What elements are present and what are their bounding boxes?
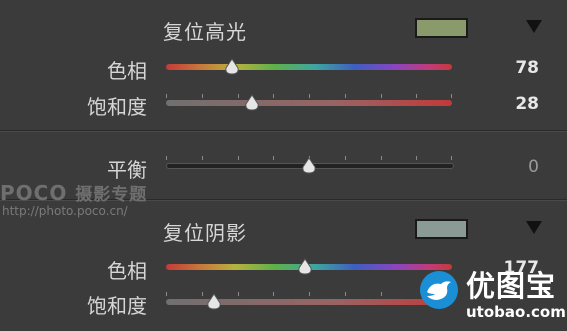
highlights-saturation-value[interactable]: 28	[515, 94, 539, 114]
highlights-saturation-slider-thumb[interactable]	[243, 94, 261, 112]
shadows-dropdown-arrow-icon[interactable]	[526, 221, 542, 234]
highlights-saturation-label: 饱和度	[87, 95, 147, 119]
poco-brand: POCO	[0, 181, 68, 205]
poco-watermark-text: 摄影专题	[75, 185, 148, 205]
shadows-color-swatch[interactable]	[415, 219, 468, 239]
balance-slider-thumb[interactable]	[300, 157, 318, 175]
highlights-hue-slider-track[interactable]	[166, 64, 452, 70]
balance-label: 平衡	[107, 158, 147, 182]
poco-watermark-url: http://photo.poco.cn/	[2, 204, 128, 218]
highlights-color-swatch[interactable]	[415, 18, 468, 38]
shadows-saturation-label: 饱和度	[87, 294, 147, 318]
highlights-hue-label: 色相	[107, 59, 147, 83]
shadows-hue-slider-thumb[interactable]	[296, 258, 314, 276]
highlights-hue-slider-thumb[interactable]	[223, 58, 241, 76]
highlights-saturation-slider-track[interactable]	[166, 100, 452, 106]
utobao-bird-logo-icon	[420, 271, 458, 309]
utobao-domain: utobao.com	[466, 303, 566, 321]
highlights-reset-title[interactable]: 复位高光	[163, 16, 247, 45]
highlights-dropdown-arrow-icon[interactable]	[526, 20, 542, 33]
utobao-brand: 优图宝	[466, 269, 557, 303]
section-divider-highlight	[0, 131, 567, 132]
shadows-reset-title[interactable]: 复位阴影	[163, 217, 247, 246]
highlights-hue-value[interactable]: 78	[515, 58, 539, 78]
shadows-saturation-slider-thumb[interactable]	[205, 293, 223, 311]
split-toning-panel: 复位高光 色相 78 饱和度 28 平衡 0 复位阴影 色相 177 饱和度 P…	[0, 0, 567, 331]
shadows-hue-label: 色相	[107, 259, 147, 283]
highlights-saturation-ticks	[166, 94, 452, 98]
poco-watermark: POCO 摄影专题	[0, 180, 147, 205]
balance-value[interactable]: 0	[528, 157, 539, 177]
